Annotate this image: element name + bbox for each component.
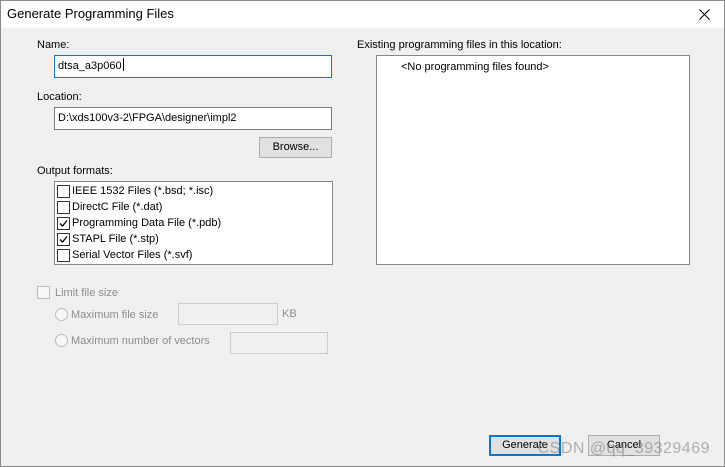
output-format-label: Serial Vector Files (*.svf) [72, 249, 193, 261]
close-button[interactable] [684, 1, 724, 28]
existing-files-label: Existing programming files in this locat… [357, 39, 562, 51]
dialog-title: Generate Programming Files [7, 6, 174, 21]
generate-programming-files-dialog: Generate Programming Files Name: dtsa_a3… [0, 0, 725, 467]
output-format-item[interactable]: IEEE 1532 Files (*.bsd; *.isc) [57, 183, 213, 199]
max-vectors-label: Maximum number of vectors [71, 334, 210, 347]
checkbox-icon[interactable] [57, 184, 70, 198]
existing-files-list[interactable]: <No programming files found> [376, 55, 690, 265]
max-file-size-input[interactable] [178, 303, 278, 325]
title-bar: Generate Programming Files [1, 1, 724, 28]
radio-icon[interactable] [55, 334, 68, 347]
output-format-item[interactable]: DirectC File (*.dat) [57, 199, 162, 215]
checkbox-icon[interactable] [57, 248, 70, 262]
location-value: D:\xds100v3-2\FPGA\designer\impl2 [58, 112, 237, 124]
output-format-label: DirectC File (*.dat) [72, 201, 163, 213]
output-format-label: Programming Data File (*.pdb) [72, 217, 222, 229]
checkbox-icon[interactable] [57, 200, 70, 214]
watermark: CSDN @qq_39329469 [537, 440, 710, 457]
name-label: Name: [37, 39, 70, 51]
checkbox-checked-icon[interactable] [57, 232, 70, 246]
text-caret [122, 58, 124, 71]
kb-unit-label: KB [282, 308, 297, 320]
location-input[interactable]: D:\xds100v3-2\FPGA\designer\impl2 [54, 107, 332, 130]
close-icon [698, 9, 710, 20]
output-format-label: IEEE 1532 Files (*.bsd; *.isc) [72, 185, 214, 197]
name-value: dtsa_a3p060 [58, 60, 122, 72]
output-formats-list: IEEE 1532 Files (*.bsd; *.isc) DirectC F… [54, 181, 333, 265]
output-format-item[interactable]: Programming Data File (*.pdb) [57, 215, 221, 231]
location-label: Location: [37, 91, 82, 103]
checkbox-icon[interactable] [37, 286, 50, 299]
no-files-text: <No programming files found> [401, 61, 549, 73]
browse-button[interactable]: Browse... [259, 137, 332, 158]
name-input[interactable]: dtsa_a3p060 [54, 55, 332, 78]
max-file-size-label: Maximum file size [71, 308, 159, 321]
output-format-label: STAPL File (*.stp) [72, 233, 159, 245]
max-vectors-input[interactable] [230, 332, 328, 354]
radio-icon[interactable] [55, 308, 68, 321]
checkbox-checked-icon[interactable] [57, 216, 70, 230]
max-vectors-radio[interactable]: Maximum number of vectors [55, 334, 210, 347]
limit-file-size-checkbox[interactable]: Limit file size [37, 286, 118, 299]
max-file-size-radio[interactable]: Maximum file size [55, 308, 158, 321]
output-formats-label: Output formats: [37, 165, 113, 177]
output-format-item[interactable]: STAPL File (*.stp) [57, 231, 159, 247]
output-format-item[interactable]: Serial Vector Files (*.svf) [57, 247, 192, 263]
limit-file-size-label: Limit file size [55, 286, 118, 299]
